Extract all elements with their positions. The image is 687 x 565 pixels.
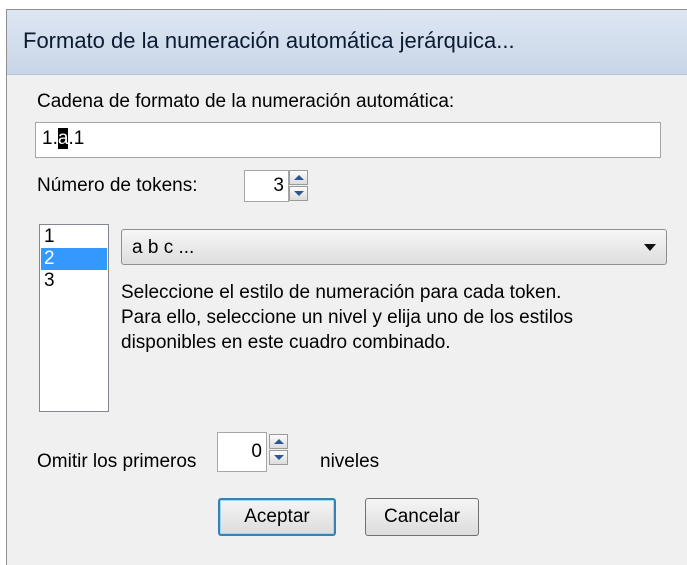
spin-up-icon [274,439,284,444]
window-title: Formato de la numeración automática jerá… [23,28,515,53]
tokens-spinner[interactable] [289,170,308,202]
spin-down-icon [294,191,304,196]
skip-decrement-button[interactable] [269,450,288,465]
level-item-3[interactable]: 3 [41,270,107,292]
skip-levels-field[interactable]: 0 [217,432,267,472]
help-line-3: disponibles en este cuadro combinado. [121,332,451,353]
tokens-count-field[interactable]: 3 [244,170,289,202]
title-bar[interactable]: Formato de la numeración automática jerá… [7,10,687,75]
tokens-label: Número de tokens: [37,175,198,196]
dialog-window: Formato de la numeración automática jerá… [6,9,687,565]
chevron-down-icon [644,244,656,251]
format-string-input[interactable]: 1.a.1 [35,122,661,158]
skip-suffix-label: niveles [320,451,380,472]
help-line-1: Seleccione el estilo de numeración para … [121,282,562,303]
level-item-1[interactable]: 1 [41,226,107,248]
help-text: Seleccione el estilo de numeración para … [121,280,573,355]
tokens-count-value: 3 [273,175,284,196]
skip-levels-value: 0 [251,441,262,462]
skip-label: Omitir los primeros [37,451,197,472]
tokens-increment-button[interactable] [289,170,308,185]
spin-up-icon [294,175,304,180]
levels-listbox[interactable]: 1 2 3 [39,224,109,412]
numbering-style-value: a b c ... [132,237,195,258]
numbering-style-combobox[interactable]: a b c ... [121,229,667,265]
format-string-value: 1.a.1 [42,128,85,149]
tokens-decrement-button[interactable] [289,186,308,201]
level-item-2[interactable]: 2 [41,248,107,270]
help-line-2: Para ello, seleccione un nivel y elija u… [121,307,574,328]
format-string-selected-token: a [57,128,69,149]
spin-down-icon [274,455,284,460]
skip-levels-spinner[interactable] [269,434,288,466]
cancel-button[interactable]: Cancelar [365,498,479,536]
skip-increment-button[interactable] [269,434,288,449]
format-string-label: Cadena de formato de la numeración autom… [37,91,455,112]
ok-button[interactable]: Aceptar [218,498,336,536]
